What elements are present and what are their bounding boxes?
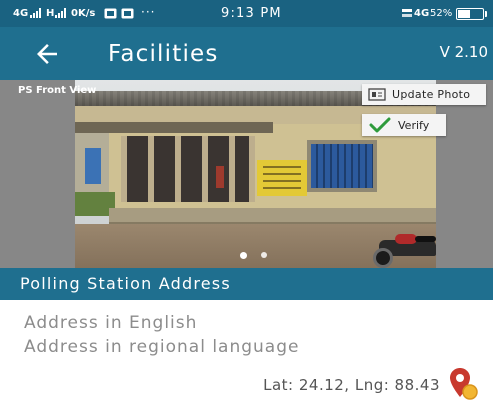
photo-motorcycle-seat <box>415 236 436 242</box>
photo-yellow-sign <box>257 160 307 196</box>
photo-motorcycle <box>371 230 436 268</box>
carousel-dots <box>240 252 281 260</box>
photo-pillar <box>249 136 255 202</box>
photo-sign-writing <box>263 180 301 182</box>
notification-gallery-icon <box>121 8 134 19</box>
battery-icon <box>456 8 487 20</box>
carousel-dot[interactable] <box>240 252 247 259</box>
photo-sign-writing <box>263 166 301 168</box>
address-english: Address in English <box>24 313 198 333</box>
photo-red-object <box>216 166 224 188</box>
more-notifications-indicator: ··· <box>141 5 156 19</box>
page-title: Facilities <box>108 41 219 67</box>
update-photo-button[interactable]: Update Photo <box>362 84 486 105</box>
update-photo-label: Update Photo <box>392 88 471 101</box>
status-bar: 4G H 0K/s ··· 9:13 PM 4G 52% <box>0 0 493 27</box>
location-coordinates: Lat: 24.12, Lng: 88.43 <box>263 376 440 394</box>
volte-icon <box>402 9 412 17</box>
section-title: Polling Station Address <box>20 274 231 293</box>
back-button[interactable] <box>32 39 62 69</box>
photo-motorcycle-tank <box>395 234 417 244</box>
address-section: Address in English Address in regional l… <box>0 300 493 405</box>
signal-bars-icon <box>55 8 66 18</box>
network-type-secondary: H <box>46 8 55 19</box>
address-regional: Address in regional language <box>24 337 300 357</box>
photo-carousel[interactable]: PS Front View Update Photo Verify <box>0 80 493 268</box>
photo-sign-writing <box>263 187 301 189</box>
arrow-left-icon <box>37 44 57 64</box>
notification-photo-icon <box>104 8 117 19</box>
network-type-primary: 4G <box>13 8 29 19</box>
photo-pillar <box>175 136 181 202</box>
polling-station-photo[interactable] <box>75 80 436 268</box>
app-screen: 4G H 0K/s ··· 9:13 PM 4G 52% Facilities … <box>0 0 493 405</box>
photo-icon <box>368 88 386 101</box>
photo-verandah <box>121 136 255 202</box>
battery-level <box>458 10 471 18</box>
photo-window-bars <box>311 144 373 188</box>
photo-pillar <box>202 136 208 202</box>
app-version: V 2.10 <box>439 43 488 61</box>
photo-caption: PS Front View <box>18 85 97 96</box>
photo-pillar <box>229 136 235 202</box>
status-time: 9:13 PM <box>221 6 282 21</box>
verify-button[interactable]: Verify <box>362 114 446 136</box>
photo-plinth <box>109 208 436 224</box>
carousel-dot[interactable] <box>261 252 267 258</box>
data-speed: 0K/s <box>71 8 96 19</box>
app-bar: Facilities V 2.10 <box>0 27 493 80</box>
photo-pillar <box>148 136 154 202</box>
photo-motorcycle-wheel <box>373 248 393 268</box>
photo-pillar <box>121 136 127 202</box>
network-type-right: 4G <box>414 8 430 19</box>
section-header: Polling Station Address <box>0 268 493 300</box>
photo-verandah-beam <box>75 122 273 133</box>
map-pin-icon <box>450 368 478 400</box>
battery-percentage: 52% <box>430 8 453 19</box>
signal-bars-icon <box>30 8 41 18</box>
map-pin-button[interactable] <box>447 367 479 401</box>
checkmark-icon <box>369 117 391 133</box>
photo-blue-door <box>85 148 101 184</box>
verify-label: Verify <box>398 119 430 132</box>
photo-sign-writing <box>263 173 301 175</box>
